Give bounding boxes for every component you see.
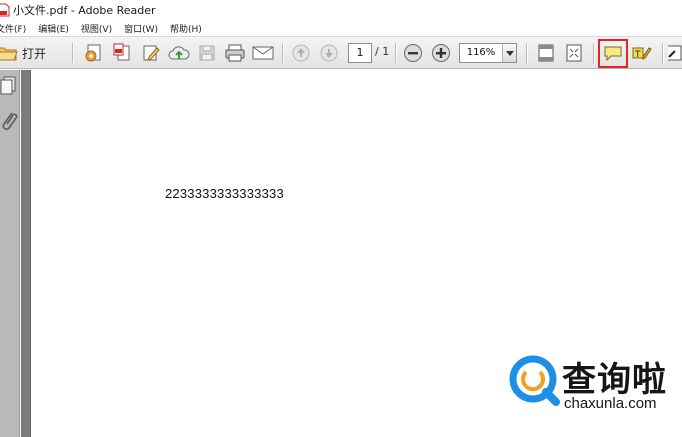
menu-help[interactable]: 帮助(H) (170, 22, 202, 35)
upload-cloud-button[interactable] (167, 42, 191, 64)
watermark: 查询啦 chaxunla.com (506, 352, 682, 420)
chevron-down-icon[interactable] (502, 44, 516, 62)
menu-window[interactable]: 窗口(W) (124, 22, 158, 35)
next-page-button[interactable] (318, 42, 340, 64)
toolbar-separator (395, 43, 396, 63)
envelope-icon (252, 45, 274, 61)
attachments-button[interactable] (0, 110, 18, 138)
highlighter-icon: T (631, 43, 653, 63)
watermark-chinese: 查询啦 (562, 360, 667, 400)
edit-pdf-button[interactable] (139, 42, 163, 64)
fit-page-icon (536, 43, 556, 63)
paperclip-icon (0, 112, 18, 138)
page-total: / 1 (375, 45, 390, 58)
title-bar: 小文件.pdf - Adobe Reader (0, 0, 682, 20)
convert-pdf-icon (112, 43, 132, 63)
window-title: 小文件.pdf - Adobe Reader (13, 4, 156, 17)
cloud-upload-icon (168, 43, 190, 63)
printer-icon (224, 43, 246, 63)
toolbar-separator (282, 43, 283, 63)
convert-pdf-button[interactable] (110, 42, 134, 64)
more-tools-button[interactable] (668, 42, 682, 64)
toolbar-separator (593, 43, 594, 63)
full-screen-button[interactable] (562, 42, 586, 64)
watermark-url: chaxunla.com (564, 395, 657, 412)
create-pdf-icon (84, 43, 104, 63)
print-button[interactable] (223, 42, 247, 64)
folder-icon (0, 44, 18, 62)
edit-document-icon (141, 43, 161, 63)
toolbar-separator (526, 43, 527, 63)
menu-file[interactable]: 文件(F) (0, 22, 26, 35)
zoom-select[interactable]: 116% (459, 43, 517, 63)
svg-text:T: T (634, 50, 641, 60)
menu-bar: 文件(F) 编辑(E) 视图(V) 窗口(W) 帮助(H) (0, 20, 682, 36)
arrow-up-circle-icon (291, 43, 311, 63)
toolbar: 打开 1 / 1 116% T (0, 36, 682, 69)
zoom-out-button[interactable] (402, 42, 424, 64)
highlight-text-button[interactable]: T (630, 42, 654, 64)
navigation-panel (0, 70, 20, 437)
zoom-in-button[interactable] (430, 42, 452, 64)
highlight-box (598, 39, 628, 68)
pages-icon (0, 76, 18, 102)
magnifier-logo-icon (506, 354, 562, 410)
fit-page-button[interactable] (534, 42, 558, 64)
arrow-down-circle-icon (319, 43, 339, 63)
page-thumbnails-button[interactable] (0, 76, 18, 102)
open-label: 打开 (22, 46, 47, 61)
previous-page-button[interactable] (290, 42, 312, 64)
page-number-input[interactable]: 1 (348, 43, 372, 63)
plus-circle-icon (431, 43, 451, 63)
document-text: 2233333333333333 (165, 186, 284, 201)
menu-view[interactable]: 视图(V) (81, 22, 112, 35)
minus-circle-icon (403, 43, 423, 63)
expand-icon (564, 43, 584, 63)
email-button[interactable] (251, 42, 275, 64)
pdf-file-icon (0, 3, 10, 17)
menu-edit[interactable]: 编辑(E) (38, 22, 69, 35)
toolbar-separator (662, 43, 663, 63)
save-disk-icon (198, 44, 216, 62)
create-pdf-button[interactable] (82, 42, 106, 64)
open-button[interactable]: 打开 (0, 42, 46, 64)
sign-icon (668, 43, 682, 63)
toolbar-separator (72, 43, 73, 63)
zoom-value: 116% (466, 47, 496, 58)
save-button[interactable] (195, 42, 219, 64)
